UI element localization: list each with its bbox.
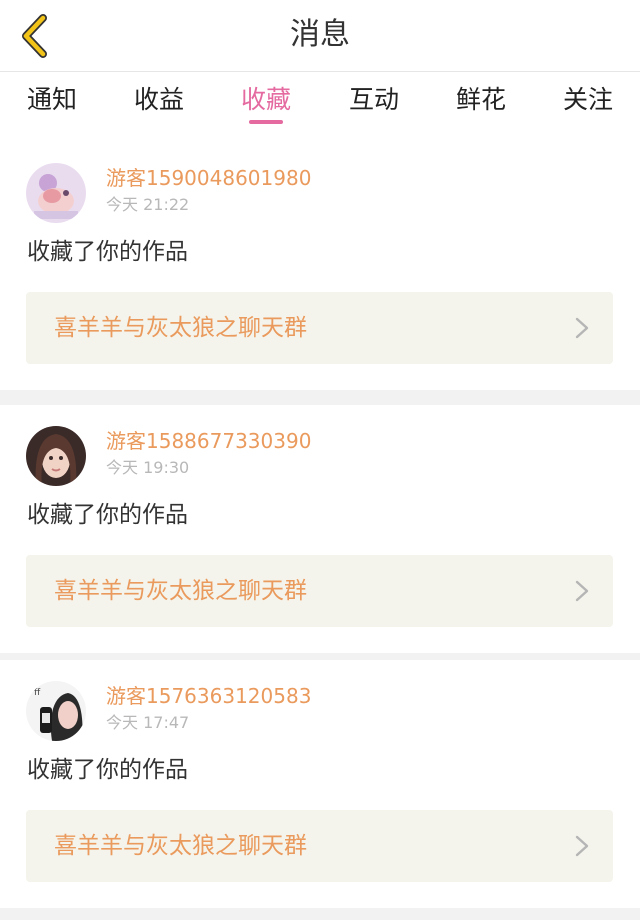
chevron-right-icon — [575, 580, 589, 602]
username[interactable]: 游客1576363120583 — [106, 680, 311, 709]
action-text: 收藏了你的作品 — [27, 502, 188, 528]
tab-favorites[interactable]: 收藏 — [216, 72, 316, 138]
work-link[interactable]: 喜羊羊与灰太狼之聊天群 — [26, 555, 613, 627]
timestamp: 今天 19:30 — [106, 458, 190, 477]
action-text: 收藏了你的作品 — [27, 239, 188, 265]
tab-following[interactable]: 关注 — [538, 72, 638, 138]
username[interactable]: 游客1590048601980 — [106, 162, 311, 191]
top-bar: 消息 — [0, 0, 640, 72]
tab-bar: 通知 收益 收藏 互动 鲜花 关注 — [0, 72, 640, 142]
tab-earnings[interactable]: 收益 — [109, 72, 209, 138]
avatar[interactable] — [26, 426, 86, 486]
chevron-right-icon — [575, 317, 589, 339]
page-title: 消息 — [290, 17, 350, 52]
timestamp: 今天 21:22 — [106, 195, 190, 214]
avatar[interactable] — [26, 163, 86, 223]
timestamp: 今天 17:47 — [106, 713, 190, 732]
work-link[interactable]: 喜羊羊与灰太狼之聊天群 — [26, 292, 613, 364]
chevron-right-icon — [575, 835, 589, 857]
message-card: ff 游客1576363120583 今天 17:47 收藏了你的作品 喜羊羊与… — [0, 660, 640, 908]
message-card: 游客1590048601980 今天 21:22 收藏了你的作品 喜羊羊与灰太狼… — [0, 142, 640, 390]
tab-flowers[interactable]: 鲜花 — [431, 72, 531, 138]
work-title: 喜羊羊与灰太狼之聊天群 — [54, 315, 307, 341]
svg-text:ff: ff — [34, 688, 41, 698]
tab-interactions[interactable]: 互动 — [324, 72, 424, 138]
work-title: 喜羊羊与灰太狼之聊天群 — [54, 833, 307, 859]
username[interactable]: 游客1588677330390 — [106, 425, 311, 454]
work-title: 喜羊羊与灰太狼之聊天群 — [54, 578, 307, 604]
work-link[interactable]: 喜羊羊与灰太狼之聊天群 — [26, 810, 613, 882]
message-card: 游客1588677330390 今天 19:30 收藏了你的作品 喜羊羊与灰太狼… — [0, 405, 640, 653]
active-tab-indicator — [249, 120, 283, 124]
avatar[interactable]: ff — [26, 681, 86, 741]
action-text: 收藏了你的作品 — [27, 757, 188, 783]
tab-notifications[interactable]: 通知 — [2, 72, 102, 138]
